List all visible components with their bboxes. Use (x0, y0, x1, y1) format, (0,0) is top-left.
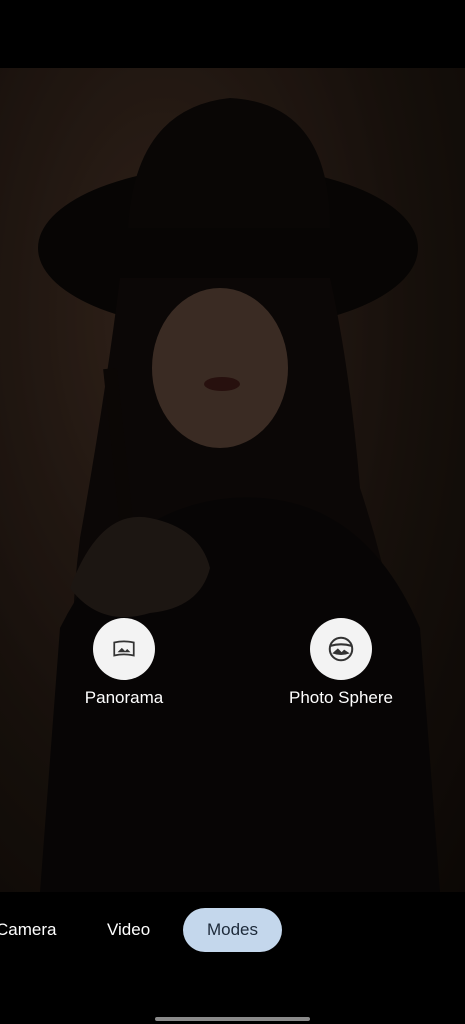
photo-sphere-icon (328, 636, 354, 662)
home-indicator[interactable] (155, 1017, 310, 1021)
panorama-icon (113, 640, 135, 657)
status-bar (0, 0, 465, 68)
photo-sphere-label: Photo Sphere (289, 688, 393, 707)
tab-modes[interactable]: Modes (183, 908, 282, 952)
tab-camera[interactable]: Camera (0, 908, 56, 952)
dim-overlay (0, 68, 465, 892)
camera-viewfinder[interactable] (0, 68, 465, 892)
tab-video[interactable]: Video (107, 908, 150, 952)
panorama-mode-option[interactable]: Panorama (80, 618, 168, 708)
photo-sphere-mode-option[interactable]: Photo Sphere (280, 618, 402, 708)
panorama-label: Panorama (84, 688, 164, 707)
photo-sphere-button[interactable] (310, 618, 372, 680)
panorama-button[interactable] (93, 618, 155, 680)
mode-bar: Camera Video Modes (0, 892, 465, 1024)
